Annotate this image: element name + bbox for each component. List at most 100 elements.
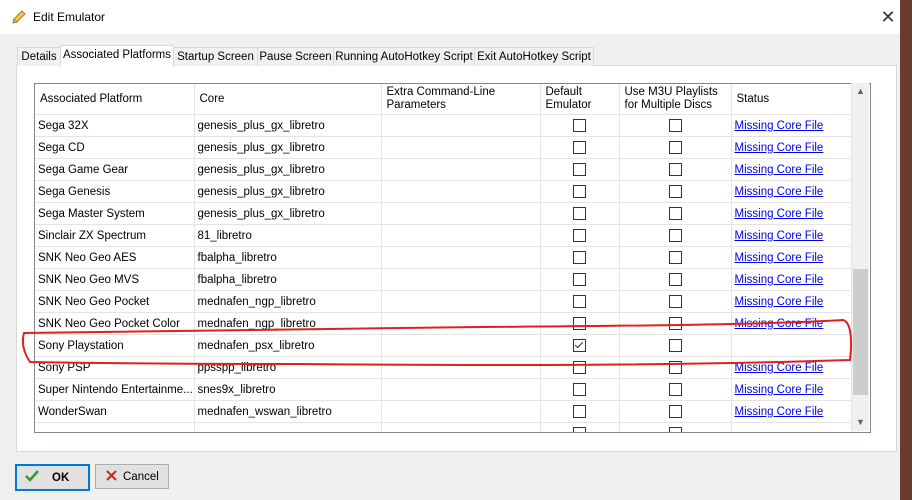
- default-emulator-cell[interactable]: [540, 400, 620, 423]
- missing-core-file-link[interactable]: Missing Core File: [735, 406, 824, 418]
- extra-parameters-cell[interactable]: [381, 114, 541, 137]
- table-row[interactable]: SNK Neo Geo MVS fbalpha_libretro Missing C…: [35, 268, 853, 291]
- status-cell[interactable]: Missing Core File: [731, 158, 853, 181]
- tab-details[interactable]: Details: [17, 47, 61, 66]
- default-emulator-cell[interactable]: [540, 378, 620, 401]
- m3u-cell[interactable]: [619, 334, 732, 357]
- default-emulator-cell[interactable]: [540, 334, 620, 357]
- m3u-checkbox[interactable]: [668, 295, 682, 308]
- missing-core-file-link[interactable]: Missing Core File: [735, 208, 824, 220]
- m3u-cell[interactable]: [619, 290, 732, 313]
- platform-cell[interactable]: WonderSwan: [35, 400, 195, 423]
- platform-cell[interactable]: Sinclair ZX Spectrum: [35, 224, 195, 247]
- tab-exit-autohotkey-script[interactable]: Exit AutoHotkey Script: [474, 47, 594, 66]
- table-row[interactable]: Sony PSP ppsspp_libretro Missing Core File: [35, 356, 853, 379]
- core-cell[interactable]: [194, 422, 382, 432]
- m3u-checkbox[interactable]: [668, 185, 682, 198]
- status-cell[interactable]: Missing Core File: [731, 246, 853, 269]
- table-row[interactable]: Sega Master System genesis_plus_gx_libret…: [35, 202, 853, 225]
- column-header-extra-parameters[interactable]: Extra Command-Line Parameters: [381, 84, 541, 115]
- default-emulator-cell[interactable]: [540, 180, 620, 203]
- default-emulator-cell[interactable]: [540, 114, 620, 137]
- m3u-checkbox[interactable]: [668, 339, 682, 352]
- core-cell[interactable]: genesis_plus_gx_libretro: [194, 158, 382, 181]
- core-cell[interactable]: fbalpha_libretro: [194, 268, 382, 291]
- default-emulator-checkbox[interactable]: [573, 361, 586, 374]
- default-emulator-cell[interactable]: [540, 136, 620, 159]
- m3u-cell[interactable]: [619, 246, 732, 269]
- table-row[interactable]: SNK Neo Geo Pocket mednafen_ngp_libretro M…: [35, 290, 853, 313]
- extra-parameters-cell[interactable]: [381, 356, 541, 379]
- core-cell[interactable]: mednafen_wswan_libretro: [194, 400, 382, 423]
- m3u-cell[interactable]: [619, 202, 732, 225]
- m3u-cell[interactable]: [619, 356, 732, 379]
- tab-running-autohotkey-script[interactable]: Running AutoHotkey Script: [333, 47, 475, 66]
- missing-core-file-link[interactable]: Missing Core File: [735, 120, 824, 132]
- platform-cell[interactable]: Super Nintendo Entertainme...: [35, 378, 195, 401]
- m3u-cell[interactable]: [619, 180, 732, 203]
- status-cell[interactable]: [731, 422, 853, 432]
- missing-core-file-link[interactable]: Missing Core File: [735, 252, 824, 264]
- m3u-checkbox[interactable]: [668, 361, 682, 374]
- missing-core-file-link[interactable]: Missing Core File: [735, 164, 824, 176]
- default-emulator-checkbox[interactable]: [573, 273, 586, 286]
- platform-cell[interactable]: Sega Master System: [35, 202, 195, 225]
- default-emulator-cell[interactable]: [540, 356, 620, 379]
- extra-parameters-cell[interactable]: [381, 400, 541, 423]
- extra-parameters-cell[interactable]: [381, 136, 541, 159]
- table-row[interactable]: Sega Game Gear genesis_plus_gx_libretro Mi…: [35, 158, 853, 181]
- table-row[interactable]: Sega CD genesis_plus_gx_libretro Missing C…: [35, 136, 853, 159]
- table-row[interactable]: SNK Neo Geo Pocket Color mednafen_ngp_lib…: [35, 312, 853, 335]
- extra-parameters-cell[interactable]: [381, 246, 541, 269]
- m3u-cell[interactable]: [619, 268, 732, 291]
- extra-parameters-cell[interactable]: [381, 268, 541, 291]
- status-cell[interactable]: [731, 334, 853, 357]
- extra-parameters-cell[interactable]: [381, 224, 541, 247]
- platform-cell[interactable]: Sega Genesis: [35, 180, 195, 203]
- default-emulator-checkbox[interactable]: [573, 405, 586, 418]
- platform-cell[interactable]: SNK Neo Geo AES: [35, 246, 195, 269]
- missing-core-file-link[interactable]: Missing Core File: [735, 142, 824, 154]
- platform-cell[interactable]: Sega Game Gear: [35, 158, 195, 181]
- core-cell[interactable]: fbalpha_libretro: [194, 246, 382, 269]
- default-emulator-checkbox[interactable]: [573, 339, 586, 352]
- column-header-platform[interactable]: Associated Platform: [35, 84, 195, 115]
- m3u-checkbox[interactable]: [668, 229, 682, 242]
- status-cell[interactable]: Missing Core File: [731, 114, 853, 137]
- platform-cell[interactable]: Sony PSP: [35, 356, 195, 379]
- missing-core-file-link[interactable]: Missing Core File: [735, 186, 824, 198]
- default-emulator-checkbox[interactable]: [573, 229, 586, 242]
- default-emulator-checkbox[interactable]: [573, 163, 586, 176]
- m3u-checkbox[interactable]: [668, 119, 682, 132]
- missing-core-file-link[interactable]: Missing Core File: [735, 362, 824, 374]
- core-cell[interactable]: genesis_plus_gx_libretro: [194, 136, 382, 159]
- core-cell[interactable]: genesis_plus_gx_libretro: [194, 202, 382, 225]
- scroll-up-arrow-icon[interactable]: ▲: [852, 83, 869, 100]
- m3u-checkbox[interactable]: [668, 251, 682, 264]
- default-emulator-checkbox[interactable]: [573, 207, 586, 220]
- vertical-scrollbar[interactable]: ▲ ▼: [851, 83, 869, 431]
- extra-parameters-cell[interactable]: [381, 290, 541, 313]
- extra-parameters-cell[interactable]: [381, 422, 541, 432]
- status-cell[interactable]: Missing Core File: [731, 356, 853, 379]
- cancel-button[interactable]: Cancel: [95, 464, 169, 489]
- default-emulator-cell[interactable]: [540, 246, 620, 269]
- m3u-cell[interactable]: [619, 378, 732, 401]
- table-row[interactable]: SNK Neo Geo AES fbalpha_libretro Missing C…: [35, 246, 853, 269]
- default-emulator-checkbox[interactable]: [573, 383, 586, 396]
- table-row[interactable]: Sony Playstation mednafen_psx_libretro: [35, 334, 853, 357]
- m3u-checkbox[interactable]: [668, 273, 682, 286]
- table-row[interactable]: WonderSwan mednafen_wswan_libretro Missing…: [35, 400, 853, 423]
- m3u-checkbox[interactable]: [668, 383, 682, 396]
- status-cell[interactable]: Missing Core File: [731, 180, 853, 203]
- default-emulator-checkbox[interactable]: [573, 295, 586, 308]
- missing-core-file-link[interactable]: Missing Core File: [735, 384, 824, 396]
- column-header-core[interactable]: Core: [194, 84, 382, 115]
- scroll-thumb[interactable]: [853, 269, 868, 395]
- default-emulator-cell[interactable]: [540, 158, 620, 181]
- default-emulator-checkbox[interactable]: [573, 185, 586, 198]
- default-emulator-cell[interactable]: [540, 224, 620, 247]
- default-emulator-checkbox[interactable]: [573, 427, 586, 432]
- extra-parameters-cell[interactable]: [381, 334, 541, 357]
- default-emulator-cell[interactable]: [540, 422, 620, 432]
